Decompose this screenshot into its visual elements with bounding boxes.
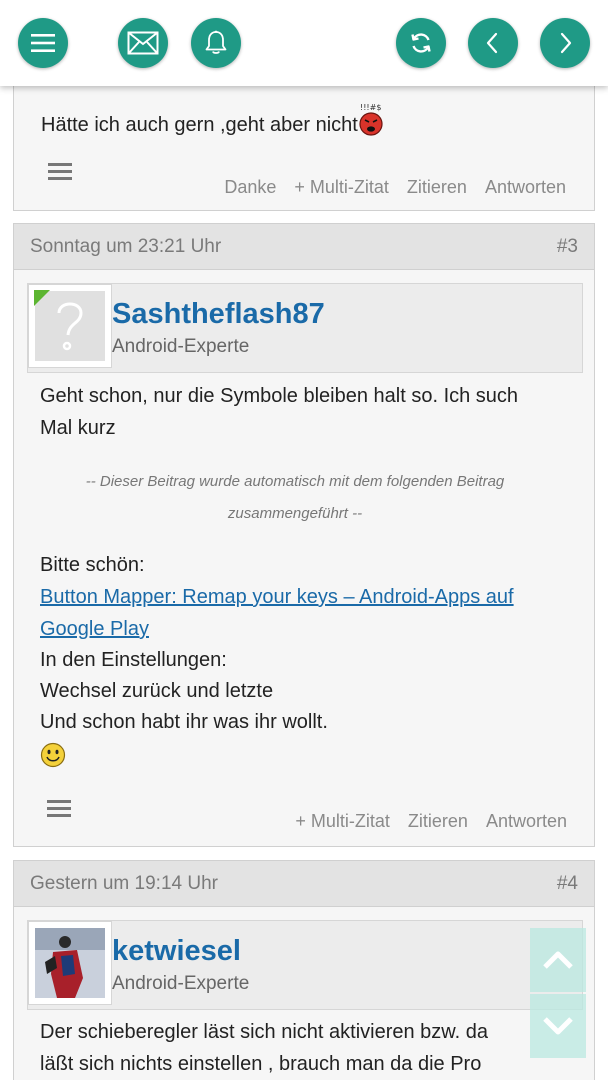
post-2-menu-icon[interactable] [48,163,72,184]
post-4-header: Gestern um 19:14 Uhr #4 [14,861,594,907]
author-name[interactable]: ketwiesel [112,935,241,968]
post-3-menu-icon[interactable] [47,800,71,821]
online-status-icon [34,290,50,306]
post-3-actions: + Multi-Zitat Zitieren Antworten [295,811,567,832]
scroll-down-button[interactable] [530,994,586,1058]
smiley-icon [40,742,66,768]
multiquote-button[interactable]: + Multi-Zitat [295,811,390,832]
post-4-author-bar: ketwiesel Android-Experte [27,920,583,1010]
top-toolbar [0,0,608,86]
angry-face-icon: !!!#$ [359,103,383,136]
quote-button[interactable]: Zitieren [408,811,468,832]
merge-note-line-2: zusammengeführt -- [227,505,363,522]
author-name[interactable]: Sashtheflash87 [112,298,325,331]
quote-button[interactable]: Zitieren [407,177,467,198]
back-button[interactable] [468,18,518,68]
post-3-body-line-1: Geht schon, nur die Symbole bleiben halt… [40,385,519,407]
chevron-left-icon [486,32,498,54]
reply-button[interactable]: Antworten [486,811,567,832]
thanks-button[interactable]: Danke [224,177,276,198]
post-3-author-bar: Sashtheflash87 Android-Experte [27,283,583,373]
author-role: Android-Experte [112,336,250,357]
post-3-header: Sonntag um 23:21 Uhr #3 [14,224,594,270]
post-3-link-line-2[interactable]: Google Play [40,613,149,645]
messages-button[interactable] [118,18,168,68]
notifications-button[interactable] [191,18,241,68]
user-photo-icon [35,928,105,998]
post-3-body-line-6: Und schon habt ihr was ihr wollt. [40,711,328,733]
post-3-link-line-1[interactable]: Button Mapper: Remap your keys – Android… [40,581,514,613]
post-4-body-line-2: läßt sich nichts einstellen , brauch man… [40,1053,482,1075]
post-2-text: Hätte ich auch gern ,geht aber nicht [41,114,358,136]
refresh-icon [411,33,431,53]
menu-button[interactable] [18,18,68,68]
chevron-up-icon [543,951,573,969]
refresh-button[interactable] [396,18,446,68]
menu-icon [31,34,55,52]
avatar[interactable] [28,921,112,1005]
envelope-icon [127,31,159,55]
post-3-body-line-5: Wechsel zurück und letzte [40,680,274,702]
svg-text:!!!#$: !!!#$ [360,103,381,112]
post-3-body-line-3: Bitte schön: [40,554,145,576]
post-2-actions: Danke + Multi-Zitat Zitieren Antworten [224,177,566,198]
post-date: Gestern um 19:14 Uhr [30,872,218,894]
avatar[interactable] [28,284,112,368]
post-3-body-line-2: Mal kurz [40,417,116,439]
merge-note-line-1: -- Dieser Beitrag wurde automatisch mit … [85,473,505,490]
post-date: Sonntag um 23:21 Uhr [30,235,222,257]
post-2-text-line: Hätte ich auch gern ,geht aber nicht !!!… [41,103,384,141]
post-4-body-line-1: Der schieberegler läst sich nicht aktivi… [40,1021,488,1043]
post-number[interactable]: #4 [557,873,578,895]
post-number[interactable]: #3 [557,236,578,258]
scroll-up-button[interactable] [530,928,586,992]
author-role: Android-Experte [112,973,250,994]
bell-icon [205,30,227,54]
chevron-down-icon [543,1017,573,1035]
chevron-right-icon [560,32,572,54]
forward-button[interactable] [540,18,590,68]
multiquote-button[interactable]: + Multi-Zitat [294,177,389,198]
reply-button[interactable]: Antworten [485,177,566,198]
post-3-body-line-4: In den Einstellungen: [40,649,227,671]
